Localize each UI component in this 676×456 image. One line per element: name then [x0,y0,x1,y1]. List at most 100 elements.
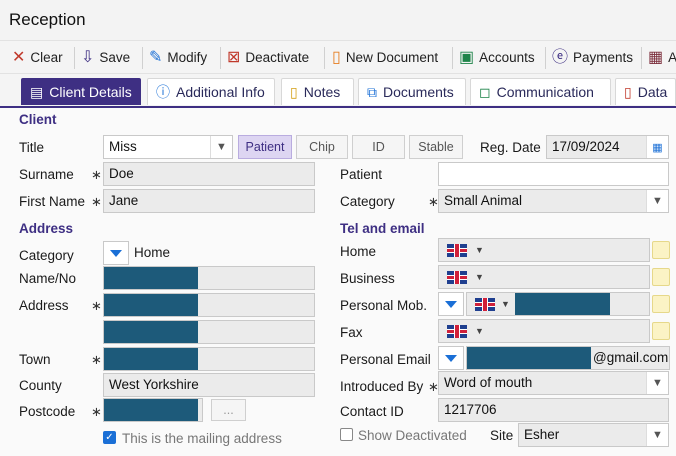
title-select[interactable]: Miss ▼ [103,135,233,159]
window-title: Reception [9,10,86,29]
triangle-down-icon[interactable]: ▼ [501,299,510,309]
address-line1-field[interactable] [103,293,315,317]
note-icon: ▯ [290,83,298,100]
note-icon[interactable] [652,322,670,340]
uk-flag-icon [447,325,467,338]
deactivate-button[interactable]: ⊠ Deactivate [227,41,309,74]
close-icon: ✕ [12,48,26,66]
calendar-button[interactable]: ▦ A [648,41,676,74]
note-icon[interactable] [652,268,670,286]
chevron-down-icon: ▼ [646,424,668,446]
toolbar-separator [220,47,221,69]
pound-icon: ⓔ [552,48,569,66]
info-icon: ⓘ [156,84,170,100]
surname-field[interactable]: Doe [103,162,315,186]
title-label: Title [19,140,45,155]
contact-id-field: 1217706 [438,398,669,422]
personal-email-field[interactable]: @gmail.com [466,346,670,370]
required-marker: ∗ [91,167,102,182]
show-deactivated-checkbox[interactable] [340,428,353,441]
postcode-label: Postcode [19,404,76,419]
triangle-down-icon[interactable]: ▼ [475,245,484,255]
business-phone-field[interactable]: ▼ [438,265,650,289]
address-line2-field[interactable] [103,320,315,344]
chip-button[interactable]: Chip [296,135,348,159]
note-icon[interactable] [652,241,670,259]
town-label: Town [19,352,51,367]
triangle-down-icon[interactable]: ▼ [475,326,484,336]
email-type-dropdown[interactable] [438,346,464,370]
documents-icon: ⧉ [367,83,377,100]
surname-label: Surname [19,167,74,182]
reg-date-field[interactable]: 17/09/2024 ▦ [546,135,669,159]
toolbar-separator [452,47,453,69]
tab-communication[interactable]: ◻ Communication [470,78,611,105]
fax-field[interactable]: ▼ [438,319,650,343]
site-label: Site [490,428,514,443]
tab-bar: ▤ Client Details ⓘ Additional Info ▯ Notes … [0,74,676,106]
required-marker: ∗ [91,194,102,209]
name-no-field[interactable] [103,266,315,290]
tab-notes[interactable]: ▯ Notes [281,78,354,105]
clear-button[interactable]: ✕ Clear [12,41,63,74]
money-icon: ▣ [459,48,475,66]
contact-id-label: Contact ID [340,404,404,419]
home-phone-label: Home [340,244,377,259]
tab-client-details[interactable]: ▤ Client Details [21,78,141,105]
uk-flag-icon [447,271,467,284]
client-category-select[interactable]: Small Animal ▼ [438,189,669,213]
postcode-field[interactable] [103,398,203,422]
introduced-by-select[interactable]: Word of mouth ▼ [438,371,669,395]
tab-additional-info[interactable]: ⓘ Additional Info [147,78,275,105]
section-tel-email: Tel and email [340,221,425,236]
patient-button[interactable]: Patient [238,135,292,159]
fax-label: Fax [340,325,363,340]
personal-mobile-field[interactable]: ▼ [466,292,650,316]
patient-field[interactable] [438,162,669,186]
calendar-icon: ▦ [648,48,664,66]
new-document-button[interactable]: ▯ New Document [332,41,438,74]
mobile-type-dropdown[interactable] [438,292,464,316]
deactivate-icon: ⊠ [227,48,241,66]
note-icon[interactable] [652,295,670,313]
category-label: Category [340,194,395,209]
first-name-field[interactable]: Jane [103,189,315,213]
toolbar: ✕ Clear ⇩ Save ✎ Modify ⊠ Deactivate ▯ New Do… [0,40,676,74]
address-category-label: Category [19,248,74,263]
triangle-down-icon [445,300,457,308]
mailing-address-checkbox[interactable]: ✓ [103,431,116,444]
payments-button[interactable]: ⓔ Payments [552,41,633,74]
accounts-button[interactable]: ▣ Accounts [459,41,535,74]
document-icon: ▯ [332,48,341,66]
tab-documents[interactable]: ⧉ Documents [358,78,466,105]
chevron-down-icon: ▼ [210,136,232,158]
introduced-by-label: Introduced By [340,379,424,394]
calendar-icon[interactable]: ▦ [646,136,668,158]
home-phone-field[interactable]: ▼ [438,238,650,262]
window-titlebar: Reception [0,0,676,40]
stable-button[interactable]: Stable [409,135,463,159]
personal-email-label: Personal Email [340,352,431,367]
save-button[interactable]: ⇩ Save [81,41,130,74]
personal-mobile-label: Personal Mob. [340,298,428,313]
address-label: Address [19,298,69,313]
modify-button[interactable]: ✎ Modify [149,41,207,74]
town-field[interactable] [103,347,315,371]
triangle-down-icon [110,249,122,257]
redacted-block [104,348,198,370]
tab-data[interactable]: ▯ Data [615,78,676,105]
redacted-block [467,347,591,369]
postcode-lookup-button[interactable]: ... [211,399,246,421]
address-category-dropdown[interactable] [103,241,129,265]
mailing-address-label: This is the mailing address [122,431,282,446]
reg-date-label: Reg. Date [480,140,541,155]
show-deactivated-label: Show Deactivated [358,428,467,443]
toolbar-separator [641,47,642,69]
chevron-down-icon: ▼ [646,372,668,394]
county-field[interactable]: West Yorkshire [103,373,315,397]
county-label: County [19,378,62,393]
triangle-down-icon[interactable]: ▼ [475,272,484,282]
id-button[interactable]: ID [352,135,405,159]
site-select[interactable]: Esher ▼ [518,423,669,447]
toolbar-separator [74,47,75,69]
